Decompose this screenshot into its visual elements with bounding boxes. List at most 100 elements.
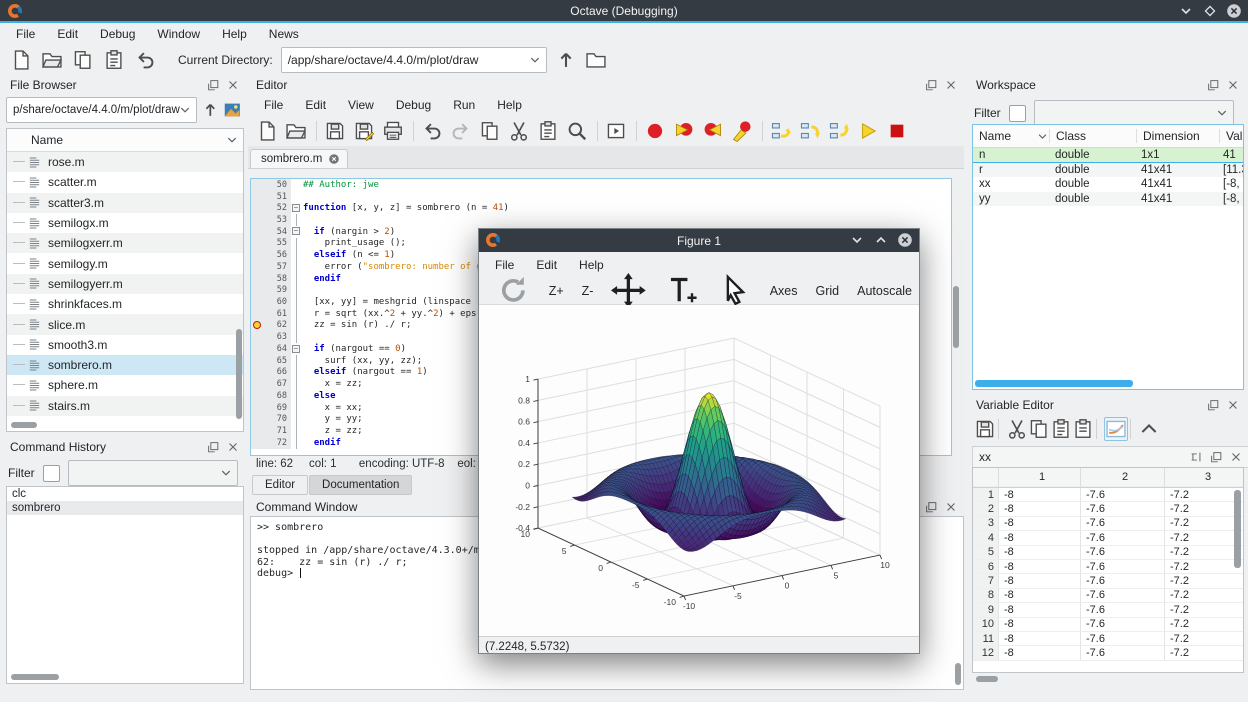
variable-row[interactable]: 11-8-7.6-7.2 xyxy=(973,632,1243,646)
tab-sombrero[interactable]: sombrero.m xyxy=(250,149,348,168)
figure-titlebar[interactable]: Figure 1 xyxy=(479,229,919,252)
fold-margin[interactable] xyxy=(291,378,303,390)
workspace-row[interactable]: rdouble41x41[11.314 xyxy=(973,163,1243,177)
history-filter-combo[interactable] xyxy=(68,460,238,486)
sombrero-surface-plot[interactable] xyxy=(479,305,917,633)
editor-vscrollbar-track[interactable] xyxy=(951,178,961,454)
code-line[interactable]: 51 xyxy=(251,191,951,203)
cell[interactable]: -7.2 xyxy=(1165,574,1244,588)
find-icon[interactable] xyxy=(566,120,588,142)
maximize-icon[interactable] xyxy=(1202,3,1218,19)
save-icon[interactable] xyxy=(324,120,346,142)
pin-icon[interactable] xyxy=(1189,450,1203,464)
file-row[interactable]: stairs.m xyxy=(7,396,243,416)
column-header-name[interactable]: Name xyxy=(973,129,1050,143)
breakpoint-icon[interactable] xyxy=(253,321,261,329)
variable-table[interactable]: 123 1-8-7.6-7.22-8-7.6-7.23-8-7.6-7.24-8… xyxy=(972,467,1244,673)
cell[interactable]: -7.2 xyxy=(1165,531,1244,545)
up-icon[interactable] xyxy=(1138,418,1160,440)
fold-collapse-icon[interactable]: – xyxy=(292,345,300,353)
close-panel-icon[interactable] xyxy=(1226,78,1240,92)
undock-icon[interactable] xyxy=(1206,78,1220,92)
code-line[interactable]: 53 xyxy=(251,214,951,226)
workspace-table[interactable]: NameClassDimensionValue ndouble1x141rdou… xyxy=(972,124,1244,390)
cell[interactable]: -7.2 xyxy=(1165,488,1244,502)
cell[interactable]: -8 xyxy=(999,589,1081,603)
file-row[interactable]: semilogxerr.m xyxy=(7,233,243,253)
code-line[interactable]: 50## Author: jwe xyxy=(251,179,951,191)
cell[interactable]: -7.6 xyxy=(1081,488,1165,502)
cell[interactable]: -7.6 xyxy=(1081,502,1165,516)
fold-margin[interactable] xyxy=(291,308,303,320)
fold-margin[interactable] xyxy=(291,261,303,273)
close-panel-icon[interactable] xyxy=(226,78,240,92)
redo-icon[interactable] xyxy=(450,120,472,142)
fold-margin[interactable] xyxy=(291,191,303,203)
current-directory-combo[interactable]: /app/share/octave/4.4.0/m/plot/draw xyxy=(281,47,547,73)
variable-subwindow-header[interactable]: xx xyxy=(972,446,1248,468)
fold-margin[interactable]: – xyxy=(291,343,303,355)
cell[interactable]: -8 xyxy=(999,603,1081,617)
close-icon[interactable] xyxy=(1226,3,1242,19)
workspace-row[interactable]: ndouble1x141 xyxy=(973,148,1243,163)
fold-margin[interactable] xyxy=(291,249,303,261)
cell[interactable]: -8 xyxy=(999,646,1081,660)
cell[interactable]: -7.6 xyxy=(1081,560,1165,574)
variable-row[interactable]: 5-8-7.6-7.2 xyxy=(973,546,1243,560)
tab-close-icon[interactable] xyxy=(328,153,340,165)
menu-edit[interactable]: Edit xyxy=(47,25,88,43)
fold-margin[interactable] xyxy=(291,425,303,437)
menu-file[interactable]: File xyxy=(6,25,45,43)
editor-menu-run[interactable]: Run xyxy=(443,96,485,114)
variable-row[interactable]: 12-8-7.6-7.2 xyxy=(973,646,1243,660)
step-icon[interactable] xyxy=(770,120,792,142)
cell[interactable]: -8 xyxy=(999,574,1081,588)
file-row[interactable]: sombrero.m xyxy=(7,355,243,375)
print-icon[interactable] xyxy=(382,120,404,142)
column-header-1[interactable]: 1 xyxy=(999,468,1081,487)
close-panel-icon[interactable] xyxy=(1226,398,1240,412)
paste-icon[interactable] xyxy=(537,120,559,142)
copy-icon[interactable] xyxy=(479,120,501,142)
variable-row[interactable]: 7-8-7.6-7.2 xyxy=(973,574,1243,588)
directory-up-icon[interactable] xyxy=(201,100,220,120)
paste-icon[interactable] xyxy=(1050,418,1072,440)
column-header-value[interactable]: Value xyxy=(1220,129,1244,143)
step-in-icon[interactable] xyxy=(799,120,821,142)
file-row[interactable]: sphere.m xyxy=(7,375,243,395)
menu-window[interactable]: Window xyxy=(147,25,210,43)
file-row[interactable]: semilogy.m xyxy=(7,253,243,273)
fold-margin[interactable]: – xyxy=(291,226,303,238)
tab-editor[interactable]: Editor xyxy=(252,475,308,495)
close-panel-icon[interactable] xyxy=(944,78,958,92)
column-header-3[interactable]: 3 xyxy=(1165,468,1244,487)
paste-table-icon[interactable] xyxy=(1072,418,1094,440)
cell[interactable]: -8 xyxy=(999,488,1081,502)
copy-icon[interactable] xyxy=(72,49,94,71)
close-panel-icon[interactable] xyxy=(1229,450,1243,464)
cell[interactable]: -7.6 xyxy=(1081,517,1165,531)
clear-breakpoints-icon[interactable] xyxy=(731,120,753,142)
file-row[interactable]: semilogx.m xyxy=(7,213,243,233)
close-icon[interactable] xyxy=(897,232,913,248)
save-icon[interactable] xyxy=(974,418,996,440)
variable-row[interactable]: 4-8-7.6-7.2 xyxy=(973,531,1243,545)
cut-icon[interactable] xyxy=(508,120,530,142)
cell[interactable]: -7.2 xyxy=(1165,618,1244,632)
fold-margin[interactable] xyxy=(291,390,303,402)
figure-window[interactable]: Figure 1 FileEditHelp Z+Z-AxesGridAutosc… xyxy=(478,228,920,654)
history-hscrollbar[interactable] xyxy=(11,674,59,680)
workspace-row[interactable]: yydouble41x41[-8, -8, - xyxy=(973,192,1243,206)
cell[interactable]: -7.6 xyxy=(1081,603,1165,617)
fold-margin[interactable] xyxy=(291,273,303,285)
new-script-icon[interactable] xyxy=(256,120,278,142)
fold-margin[interactable] xyxy=(291,367,303,379)
next-breakpoint-icon[interactable] xyxy=(702,120,724,142)
workspace-hscrollbar[interactable] xyxy=(975,380,1133,387)
column-header-class[interactable]: Class xyxy=(1050,129,1137,143)
undock-icon[interactable] xyxy=(206,440,220,454)
paste-icon[interactable] xyxy=(103,49,125,71)
directory-up-icon[interactable] xyxy=(555,49,577,71)
chevron-down-icon[interactable] xyxy=(528,53,542,67)
editor-vscrollbar[interactable] xyxy=(953,286,959,348)
